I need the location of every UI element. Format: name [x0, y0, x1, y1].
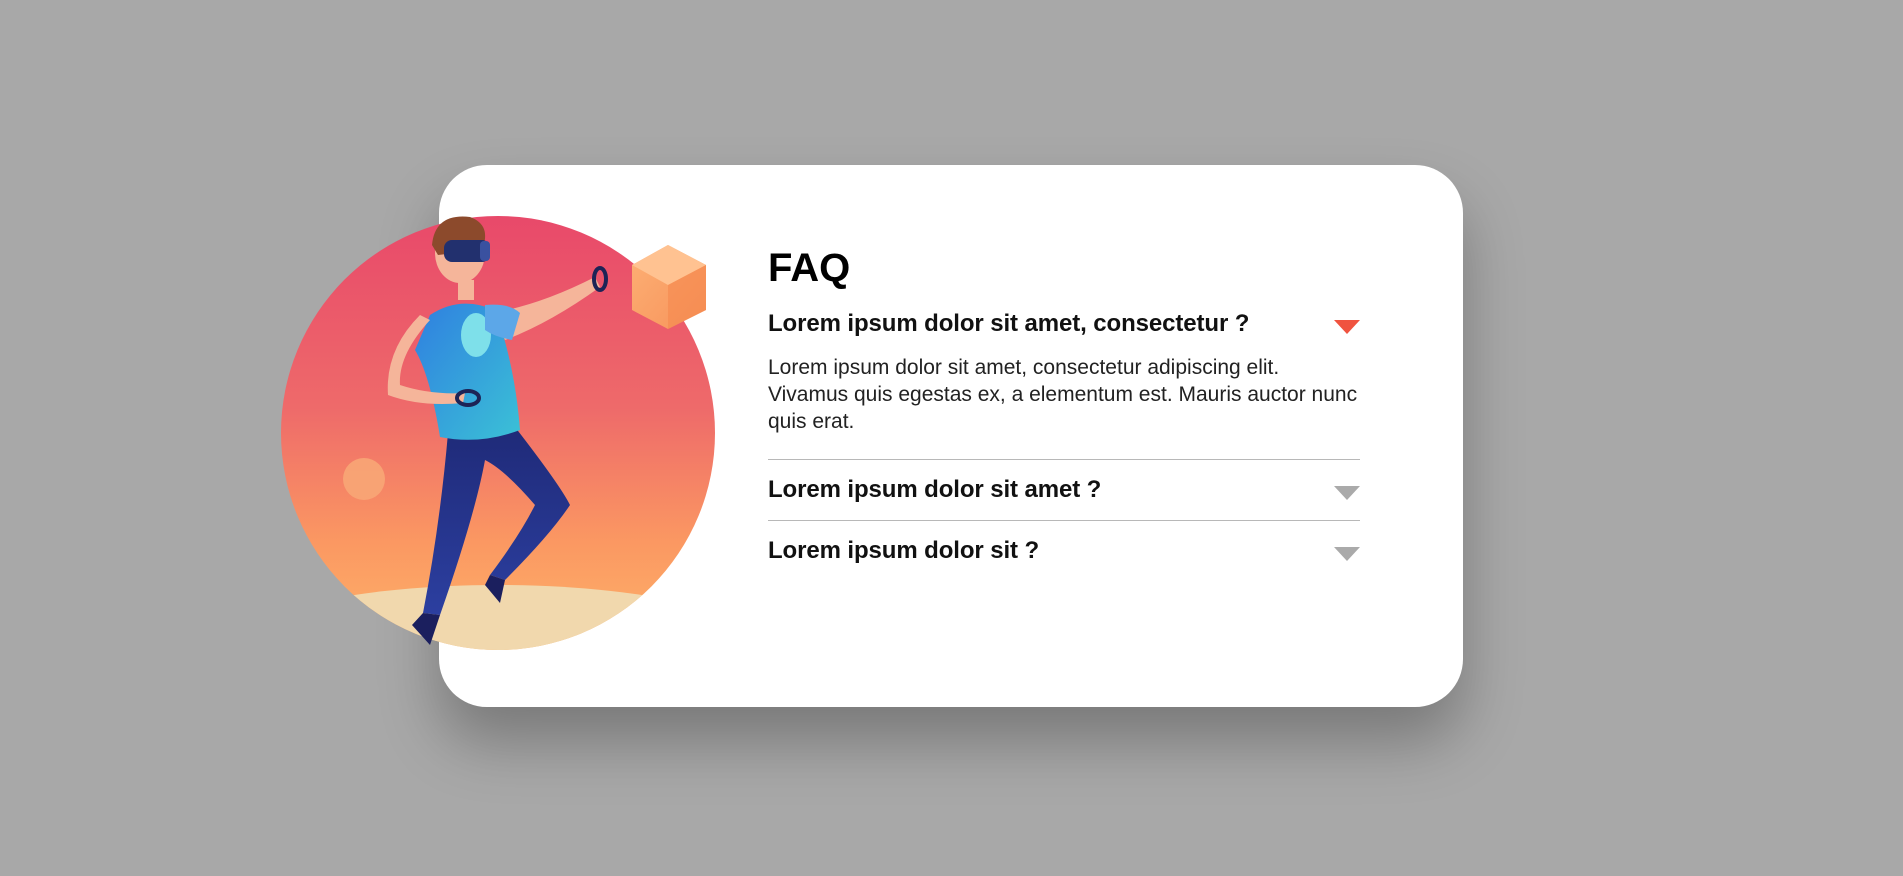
caret-down-icon-active[interactable] — [1334, 320, 1360, 334]
vr-person-illustration — [280, 205, 720, 655]
faq-question-2-text: Lorem ipsum dolor sit amet ? — [768, 476, 1102, 503]
faq-question-1[interactable]: Lorem ipsum dolor sit amet, consectetur … — [768, 296, 1360, 342]
faq-title: FAQ — [768, 246, 851, 290]
faq-question-3[interactable]: Lorem ipsum dolor sit ? — [768, 521, 1360, 581]
caret-down-icon[interactable] — [1334, 547, 1360, 561]
caret-down-icon[interactable] — [1334, 486, 1360, 500]
small-orb — [343, 458, 385, 500]
faq-item-2: Lorem ipsum dolor sit amet ? — [768, 460, 1360, 521]
faq-answer-1: Lorem ipsum dolor sit amet, consectetur … — [768, 356, 1358, 433]
faq-section: FAQ Lorem ipsum dolor sit amet, consecte… — [768, 240, 1360, 581]
faq-question-1-text: Lorem ipsum dolor sit amet, consectetur … — [768, 310, 1250, 337]
faq-item-1: Lorem ipsum dolor sit amet, consectetur … — [768, 296, 1360, 460]
faq-item-3: Lorem ipsum dolor sit ? — [768, 521, 1360, 581]
faq-question-3-text: Lorem ipsum dolor sit ? — [768, 537, 1040, 564]
faq-question-2[interactable]: Lorem ipsum dolor sit amet ? — [768, 460, 1360, 520]
